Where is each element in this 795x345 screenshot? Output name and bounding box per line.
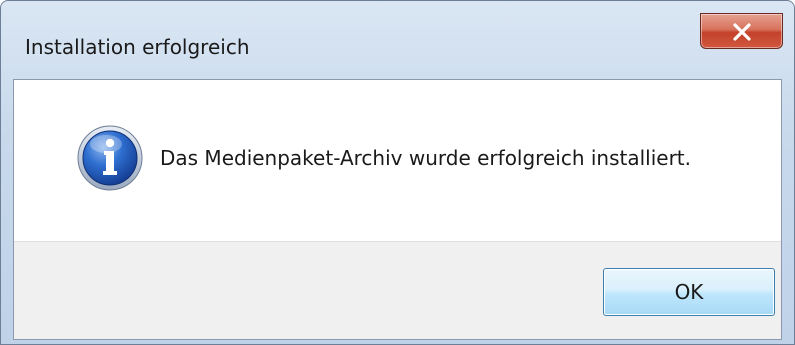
info-icon	[77, 125, 143, 191]
button-bar: OK	[14, 241, 781, 339]
dialog-title: Installation erfolgreich	[25, 35, 250, 59]
dialog-window: Installation erfolgreich Das Medienpaket…	[0, 0, 795, 345]
message-area: Das Medienpaket-Archiv wurde erfolgreich…	[14, 80, 781, 241]
ok-button[interactable]: OK	[603, 268, 775, 316]
dialog-message: Das Medienpaket-Archiv wurde erfolgreich…	[160, 146, 691, 170]
title-bar[interactable]: Installation erfolgreich	[1, 1, 794, 79]
close-button[interactable]	[700, 13, 783, 49]
dialog-body: Das Medienpaket-Archiv wurde erfolgreich…	[13, 79, 782, 340]
close-icon	[733, 23, 751, 41]
